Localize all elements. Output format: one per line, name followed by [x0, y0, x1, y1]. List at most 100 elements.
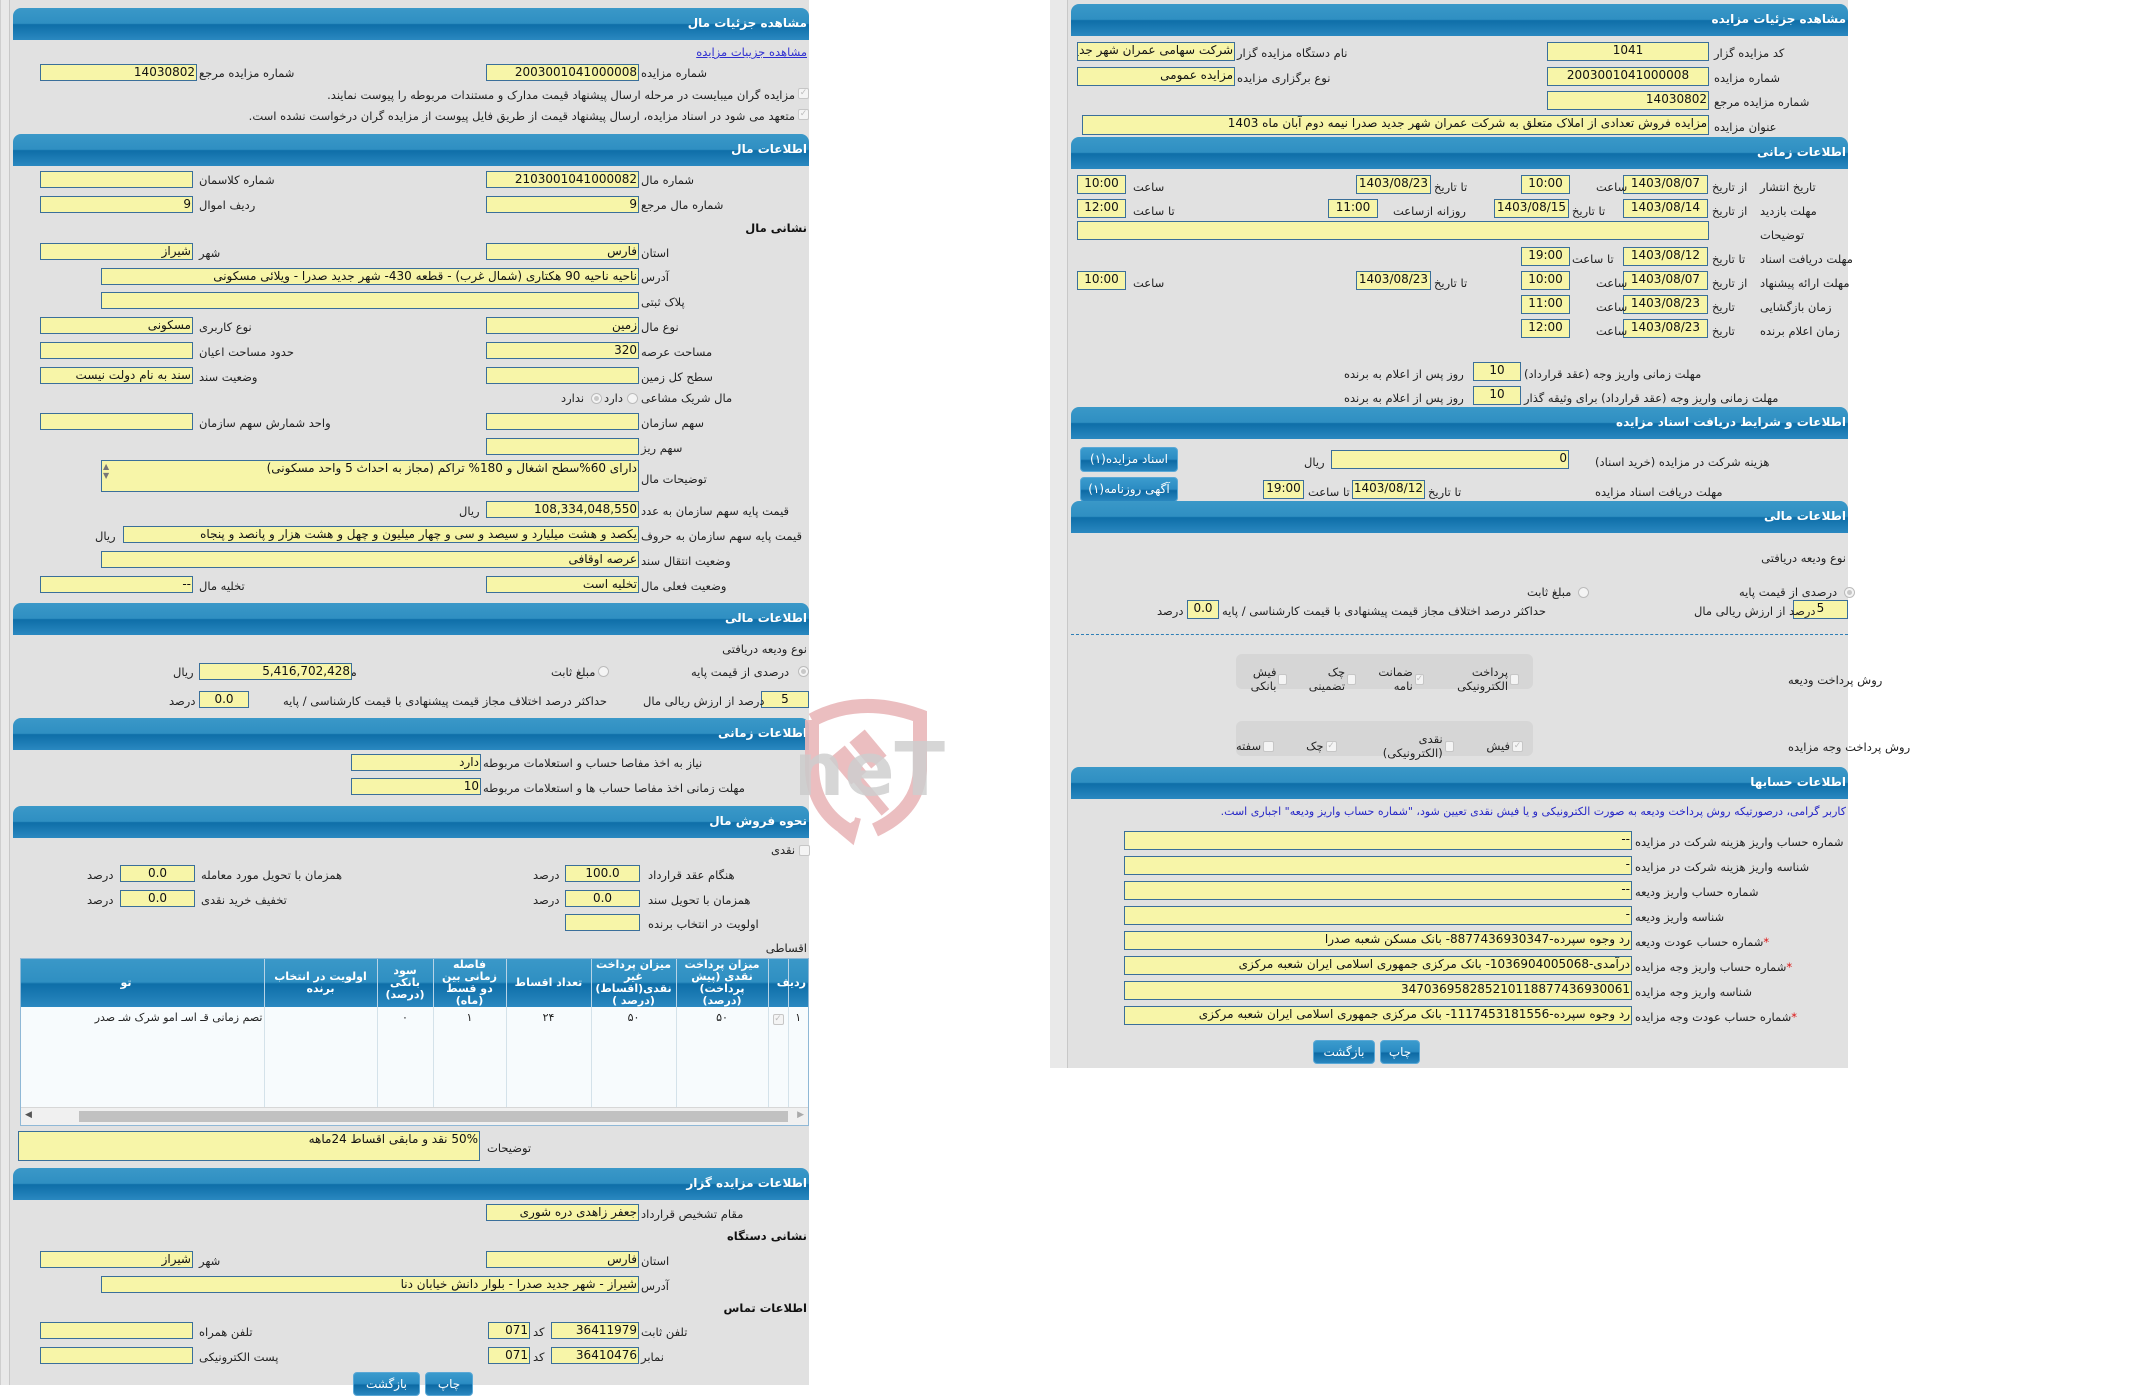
clearance-deadline-field[interactable]: 10 [351, 778, 481, 795]
doc-to-time[interactable]: 19:00 [1521, 247, 1570, 266]
land-level-field[interactable] [486, 367, 639, 384]
province-field[interactable]: فارس [486, 243, 639, 260]
base-price-words-field[interactable]: یکصد و هشت میلیارد و سیصد و سی و چهار می… [123, 526, 639, 543]
print-button[interactable]: چاپ [1380, 1040, 1420, 1064]
max-diff-field[interactable]: 0.0 [1187, 600, 1219, 619]
partner-no-radio[interactable] [591, 393, 602, 404]
account-field[interactable]: -- [1124, 881, 1632, 900]
item-number-field[interactable]: 2103001041000082 [486, 171, 639, 188]
offer-from-time[interactable]: 10:00 [1521, 271, 1570, 290]
item-type-field[interactable]: زمین [486, 317, 639, 334]
fax-field[interactable]: 36410476 [551, 1347, 639, 1364]
timing-desc-field[interactable] [1077, 221, 1709, 240]
deposit-method-checkbox[interactable] [1510, 673, 1519, 685]
contract-field[interactable]: 100.0 [565, 865, 640, 882]
mobile-field[interactable] [40, 1322, 193, 1339]
winner-date[interactable]: 1403/08/23 [1623, 319, 1708, 338]
org-city-field[interactable]: شیراز [40, 1251, 193, 1268]
opening-date[interactable]: 1403/08/23 [1623, 295, 1708, 314]
transfer-field[interactable]: عرصه اوقافی [101, 551, 639, 568]
deposit-fixed-radio[interactable] [1578, 587, 1589, 598]
table-horizontal-scrollbar[interactable]: ◀ ▶ [21, 1107, 808, 1125]
doc-receive-time[interactable]: 19:00 [1263, 480, 1304, 499]
offer-from-date[interactable]: 1403/08/07 [1623, 271, 1708, 290]
newspaper-ad-button[interactable]: آگهی روزنامه(۱) [1080, 477, 1178, 502]
ref-number-field[interactable]: 14030802 [40, 64, 197, 81]
attach-docs-checkbox[interactable]: ✓ [798, 88, 809, 99]
back-button[interactable]: بازگشت [353, 1372, 420, 1396]
org-address-field[interactable]: شیراز - شهر جدید صدرا - بلوار دانش خیابا… [101, 1276, 639, 1293]
usage-field[interactable]: مسکونی [40, 317, 193, 334]
doc-to-date[interactable]: 1403/08/12 [1623, 247, 1708, 266]
deposit-fixed-radio[interactable] [598, 666, 609, 677]
area-field[interactable]: 320 [486, 342, 639, 359]
payment-method-option[interactable]: ✓ چک [1306, 732, 1337, 760]
fax-code-field[interactable]: 071 [488, 1347, 530, 1364]
ref-item-field[interactable]: 9 [486, 196, 639, 213]
print-button[interactable]: چاپ [425, 1372, 473, 1396]
payment-method-checkbox[interactable] [1444, 740, 1455, 752]
deposit-method-checkbox[interactable]: ✓ [1414, 673, 1425, 685]
payment-method-option[interactable]: نقدی (الکترونیکی) [1369, 732, 1455, 760]
scroll-right-icon[interactable]: ▶ [797, 1110, 804, 1120]
doc-receive-date[interactable]: 1403/08/12 [1352, 480, 1425, 499]
account-field[interactable]: -- [1124, 831, 1632, 850]
payment-method-checkbox[interactable] [1263, 740, 1275, 752]
visit-to-date[interactable]: 1403/08/15 [1494, 199, 1569, 218]
deposit-percent-field[interactable]: 5 [761, 691, 809, 708]
delivery-field[interactable]: 0.0 [120, 865, 195, 882]
share-unit-field[interactable] [40, 413, 193, 430]
evacuation-field[interactable]: -- [40, 576, 193, 593]
visit-from-date[interactable]: 1403/08/14 [1623, 199, 1708, 218]
deposit-method-checkbox[interactable] [1278, 673, 1288, 685]
deed-status-field[interactable]: سند به نام دولت نیست [40, 367, 193, 384]
deposit-percent-radio[interactable] [1844, 587, 1855, 598]
max-diff-field[interactable]: 0.0 [199, 691, 249, 708]
winner-time[interactable]: 12:00 [1521, 319, 1570, 338]
deposit-method-checkbox[interactable] [1347, 673, 1356, 685]
phone-field[interactable]: 36411979 [551, 1322, 639, 1339]
org-share-field[interactable] [486, 413, 639, 430]
payment-deadline-field[interactable]: 10 [1473, 362, 1521, 381]
row-field[interactable]: 9 [40, 196, 193, 213]
partner-yes-radio[interactable] [627, 393, 638, 404]
publish-from-time[interactable]: 10:00 [1521, 175, 1570, 194]
building-area-field[interactable] [40, 342, 193, 359]
scroll-left-icon[interactable]: ◀ [25, 1110, 32, 1120]
deposit-method-option[interactable]: ✓ ضمانت نامه [1370, 665, 1425, 693]
org-name-field[interactable]: شرکت سهامی عمران شهر جدید صدرا [1077, 42, 1235, 61]
view-auction-details-link[interactable]: مشاهده جزییات مزایده [696, 45, 807, 59]
deposit-method-option[interactable]: چک تضمینی [1301, 665, 1356, 693]
auction-documents-button[interactable]: اسناد مزایده(۱) [1080, 447, 1178, 472]
auctioneer-code-field[interactable]: 1041 [1547, 42, 1709, 61]
clearance-field[interactable]: دارد [351, 754, 481, 771]
visit-daily-from[interactable]: 11:00 [1328, 199, 1378, 218]
visit-daily-to[interactable]: 12:00 [1077, 199, 1126, 218]
deed-field[interactable]: 0.0 [565, 890, 640, 907]
deposit-percent-radio[interactable] [798, 666, 809, 677]
participation-fee-field[interactable]: 0 [1331, 450, 1569, 469]
email-field[interactable] [40, 1347, 193, 1364]
auction-type-field[interactable]: مزایده عمومی [1077, 67, 1235, 86]
priority-field[interactable] [565, 914, 640, 931]
publish-to-time[interactable]: 10:00 [1077, 175, 1126, 194]
current-status-field[interactable]: تخلیه است [486, 576, 639, 593]
guarantee-deadline-field[interactable]: 10 [1473, 386, 1521, 405]
deposit-amount-field[interactable]: 5,416,702,428 [199, 663, 352, 680]
account-field[interactable]: رد وجوه سپرده-1117453181556- بانک مرکزی … [1124, 1006, 1632, 1025]
deposit-method-option[interactable]: پرداخت الکترونیکی [1438, 665, 1519, 693]
payment-method-option[interactable]: سفته [1236, 732, 1275, 760]
authority-field[interactable]: جعفر زاهدی دره شوری [486, 1204, 639, 1221]
offer-to-date[interactable]: 1403/08/23 [1356, 271, 1431, 290]
city-field[interactable]: شیراز [40, 243, 193, 260]
auction-title-field[interactable]: مزایده فروش تعدادی از املاک متعلق به شرک… [1082, 115, 1709, 135]
org-province-field[interactable]: فارس [486, 1251, 639, 1268]
cash-checkbox[interactable] [799, 845, 810, 856]
account-field[interactable]: 347036958285210118877436930061 [1124, 981, 1632, 1000]
classman-field[interactable] [40, 171, 193, 188]
textarea-scroll-arrows[interactable]: ▲ ▼ [103, 462, 109, 480]
payment-method-checkbox[interactable]: ✓ [1512, 740, 1523, 752]
back-button[interactable]: بازگشت [1313, 1040, 1375, 1064]
account-field[interactable]: رد وجوه سپرده-8877436930347- بانک مسکن ش… [1124, 931, 1632, 950]
item-desc-textarea[interactable]: دارای 60%سطح اشغال و 180% تراکم (مجاز به… [101, 460, 639, 492]
